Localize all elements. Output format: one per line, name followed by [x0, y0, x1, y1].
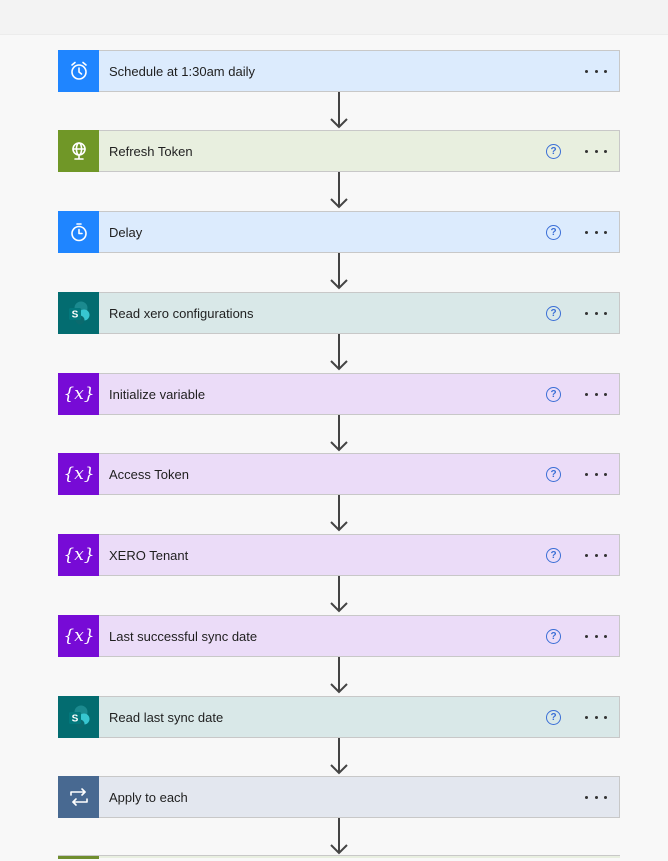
- more-options-icon[interactable]: [585, 710, 607, 724]
- flow-step-title: XERO Tenant: [109, 547, 189, 563]
- connector-arrow: [329, 495, 349, 538]
- svg-text:{x}: {x}: [63, 464, 94, 484]
- help-icon[interactable]: ?: [546, 709, 561, 725]
- flow-step-card[interactable]: S Read last sync date?: [58, 695, 620, 738]
- connector-arrow: [329, 657, 349, 700]
- loop-icon: [58, 775, 99, 818]
- help-icon[interactable]: ?: [546, 628, 561, 644]
- more-options-icon[interactable]: [585, 790, 607, 804]
- variable-icon: {x}: [58, 533, 99, 576]
- more-options-icon[interactable]: [585, 629, 607, 643]
- flow-canvas: Schedule at 1:30am daily Refresh Token? De…: [0, 0, 668, 858]
- flow-step-card[interactable]: Delay?: [58, 210, 620, 253]
- flow-step-card[interactable]: {x} Access Token?: [58, 452, 620, 495]
- help-icon[interactable]: ?: [546, 143, 561, 159]
- svg-text:{x}: {x}: [63, 545, 94, 565]
- alarm-clock-icon: [58, 49, 99, 92]
- help-icon[interactable]: ?: [546, 305, 561, 321]
- connector-arrow: [329, 738, 349, 781]
- flow-step-card[interactable]: Apply to each: [58, 775, 620, 818]
- variable-icon: {x}: [58, 452, 99, 495]
- help-icon[interactable]: ?: [546, 224, 561, 240]
- more-options-icon[interactable]: [585, 144, 607, 158]
- sharepoint-icon: S: [58, 695, 99, 738]
- help-icon[interactable]: ?: [546, 547, 561, 563]
- flow-step-card[interactable]: {x} XERO Tenant?: [58, 533, 620, 576]
- flow-step-title: Schedule at 1:30am daily: [109, 63, 255, 79]
- more-options-icon[interactable]: [585, 467, 607, 481]
- flow-step-title: Refresh Token: [109, 143, 193, 159]
- help-icon[interactable]: ?: [546, 386, 561, 402]
- flow-step-title: Last successful sync date: [109, 628, 258, 644]
- flow-step-card[interactable]: S Read xero configurations?: [58, 291, 620, 334]
- variable-icon: {x}: [58, 372, 99, 415]
- flow-step-title: Read xero configurations: [109, 305, 254, 321]
- flow-step-card[interactable]: Refresh Token?: [58, 129, 620, 172]
- flow-step-title: Initialize variable: [109, 386, 206, 402]
- flow-step-title: Apply to each: [109, 789, 188, 805]
- svg-text:S: S: [71, 309, 78, 320]
- more-options-icon[interactable]: [585, 225, 607, 239]
- svg-text:S: S: [71, 713, 78, 724]
- svg-text:{x}: {x}: [63, 626, 94, 646]
- timer-icon: [58, 210, 99, 253]
- flow-step-title: Delay: [109, 224, 143, 240]
- flow-step-title: Read last sync date: [109, 709, 224, 725]
- connector-arrow: [329, 415, 349, 458]
- connector-arrow: [329, 92, 349, 135]
- more-options-icon[interactable]: [585, 306, 607, 320]
- more-options-icon[interactable]: [585, 548, 607, 562]
- connector-arrow: [329, 253, 349, 296]
- connector-arrow: [329, 172, 349, 215]
- more-options-icon[interactable]: [585, 387, 607, 401]
- sharepoint-icon: S: [58, 291, 99, 334]
- flow-step-card[interactable]: {x} Initialize variable?: [58, 372, 620, 415]
- flow-step-card[interactable]: {x} Last successful sync date?: [58, 614, 620, 657]
- help-icon[interactable]: ?: [546, 466, 561, 482]
- connector-arrow: [329, 576, 349, 619]
- svg-text:{x}: {x}: [63, 384, 94, 404]
- more-options-icon[interactable]: [585, 64, 607, 78]
- variable-icon: {x}: [58, 614, 99, 657]
- flow-step-card[interactable]: Schedule at 1:30am daily: [58, 49, 620, 92]
- flow-step-title: Access Token: [109, 466, 189, 482]
- globe-icon: [58, 129, 99, 172]
- connector-arrow: [329, 334, 349, 377]
